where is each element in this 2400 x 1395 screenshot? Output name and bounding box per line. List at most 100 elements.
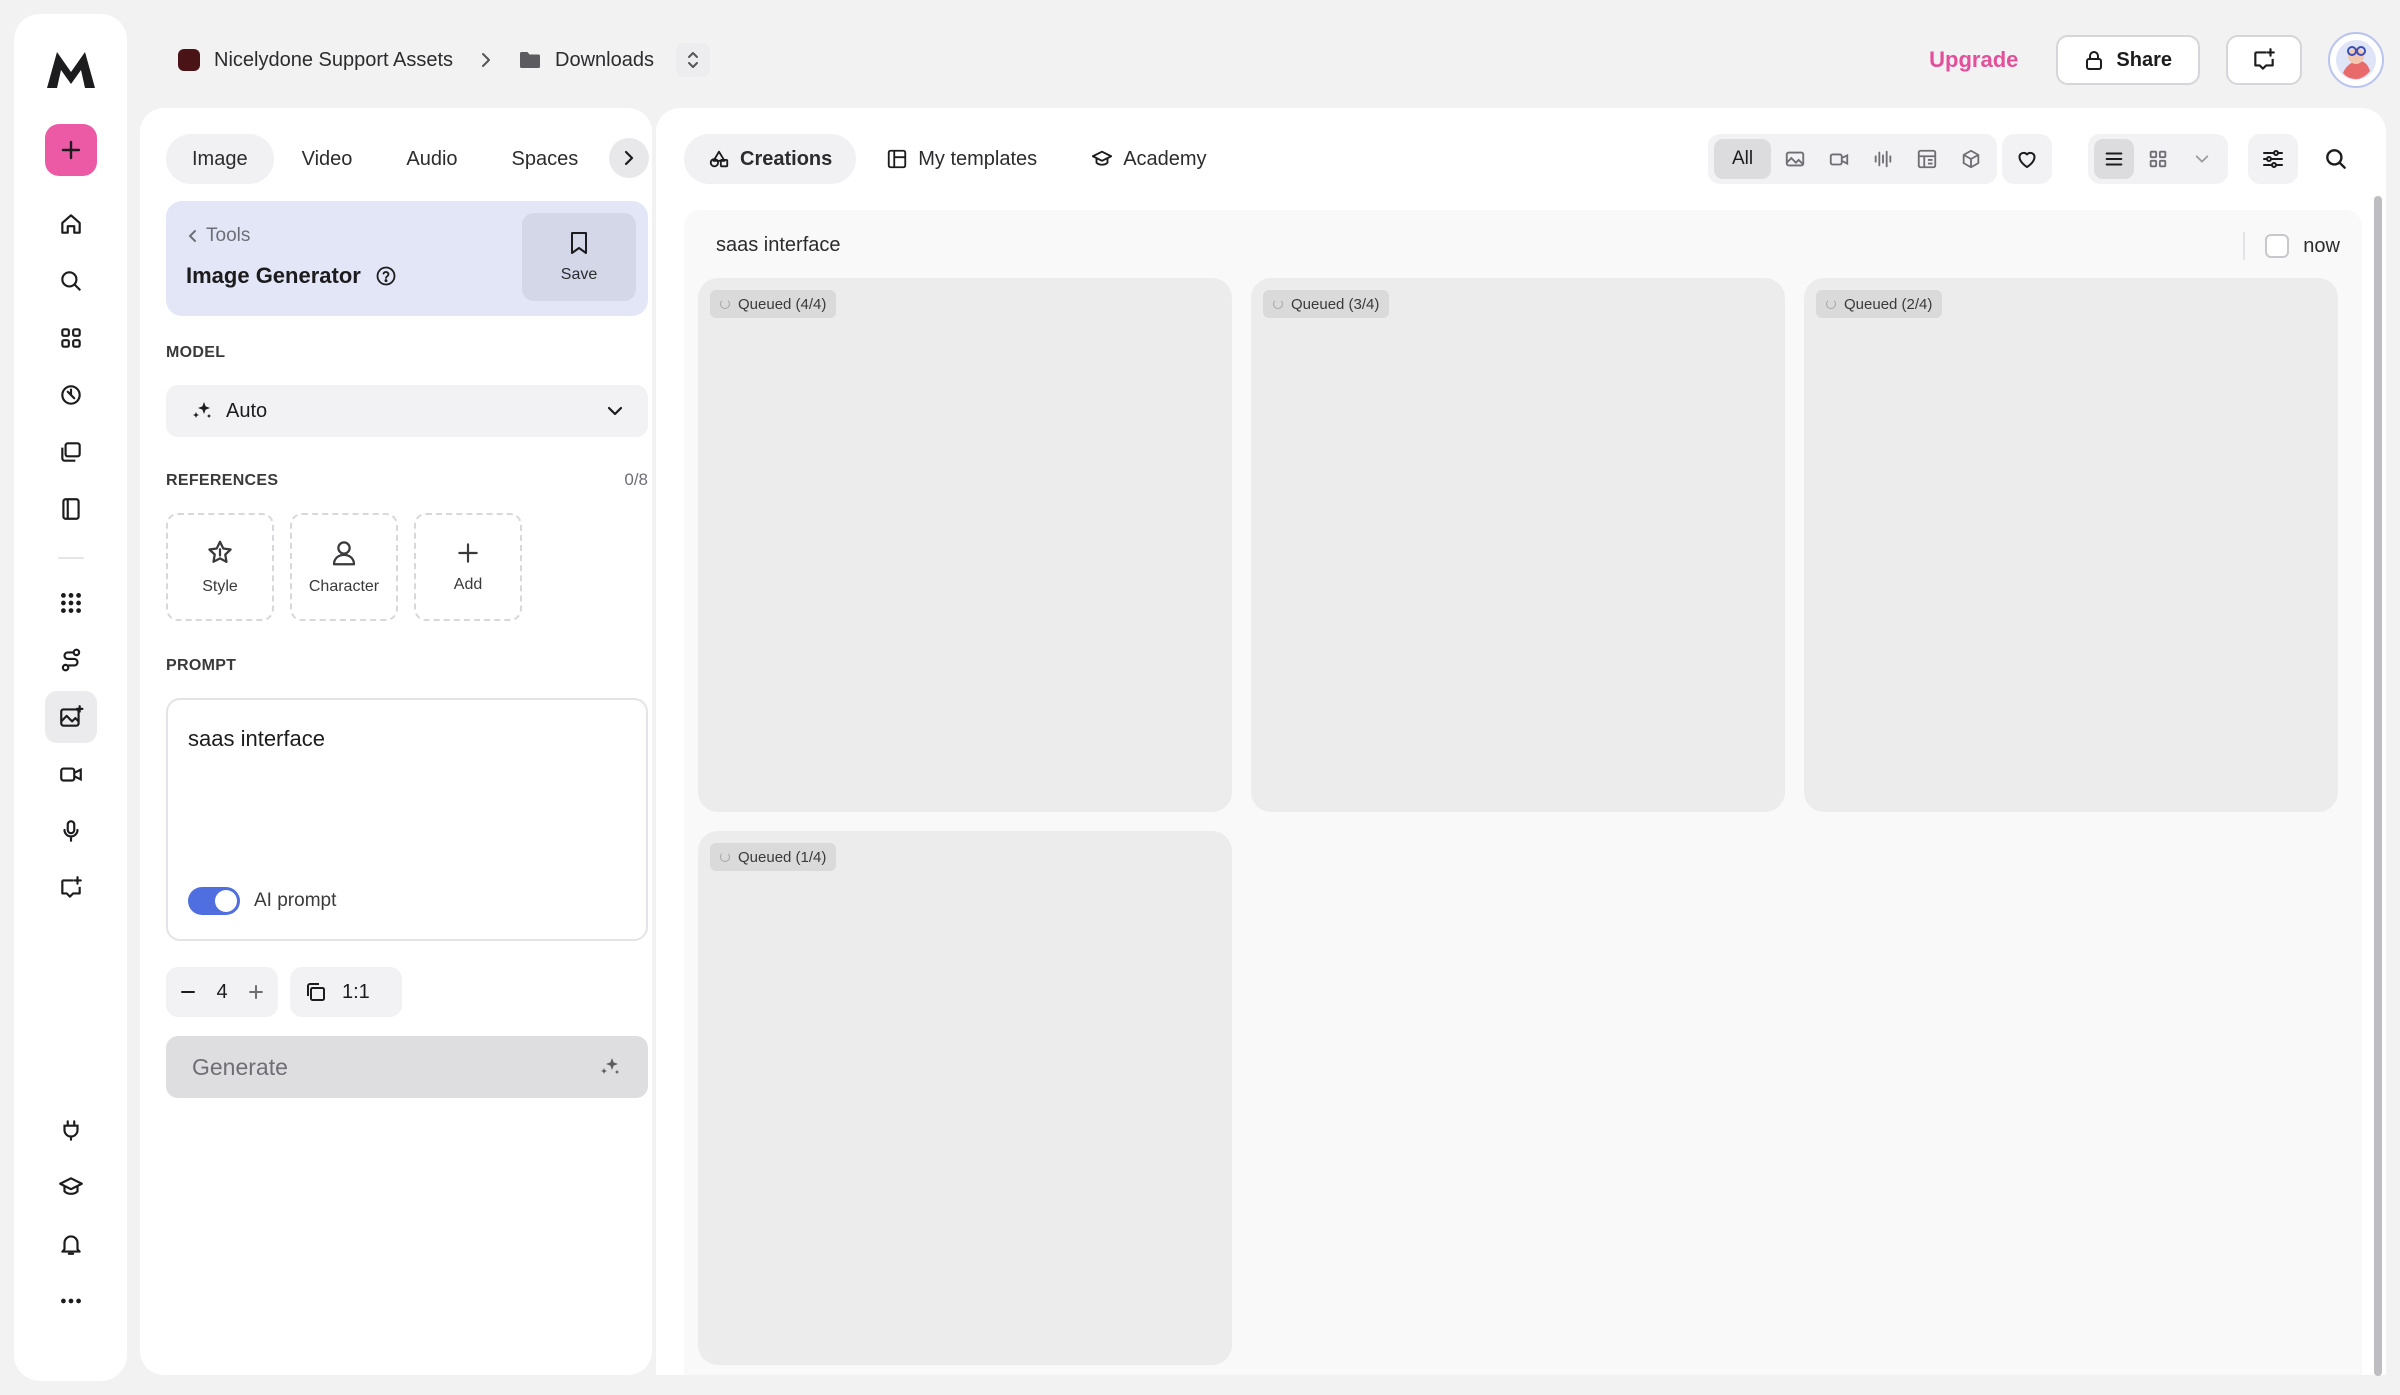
breadcrumb-folder-label: Downloads bbox=[555, 48, 654, 71]
tab-audio[interactable]: Audio bbox=[380, 134, 483, 184]
main-tabs: Creations My templates Academy bbox=[684, 134, 1231, 184]
workflow-icon[interactable] bbox=[45, 634, 97, 686]
chat-plus-icon bbox=[2251, 47, 2277, 73]
tool-title-label: Image Generator bbox=[186, 263, 361, 288]
help-circle-icon[interactable] bbox=[375, 265, 397, 287]
model-select[interactable]: Auto bbox=[166, 385, 648, 437]
more-options-icon[interactable] bbox=[45, 1275, 97, 1327]
bookmark-icon bbox=[571, 232, 587, 254]
image-tool-icon[interactable] bbox=[44, 691, 97, 743]
loading-spinner-icon bbox=[720, 852, 730, 862]
microphone-icon[interactable] bbox=[45, 805, 97, 857]
feed-scrollbar[interactable] bbox=[2374, 196, 2382, 1376]
creations-shapes-icon bbox=[709, 150, 729, 168]
3d-filter-icon[interactable] bbox=[1951, 139, 1991, 179]
model-value: Auto bbox=[226, 399, 268, 422]
reference-add-button[interactable]: Add bbox=[414, 513, 522, 621]
quantity-stepper: 4 bbox=[166, 967, 278, 1017]
prompt-textarea[interactable]: saas interface AI prompt bbox=[166, 698, 648, 941]
share-button[interactable]: Share bbox=[2056, 35, 2200, 85]
sparkles-icon bbox=[190, 399, 214, 423]
video-tool-icon[interactable] bbox=[45, 748, 97, 800]
generation-prompt-title: saas interface bbox=[716, 234, 841, 256]
user-avatar[interactable] bbox=[2328, 32, 2384, 88]
book-icon[interactable] bbox=[45, 483, 97, 535]
reference-style-label: Style bbox=[202, 578, 238, 595]
recent-history-icon[interactable] bbox=[45, 369, 97, 421]
generate-button[interactable]: Generate bbox=[166, 1036, 648, 1098]
all-tools-dots-icon[interactable] bbox=[45, 577, 97, 629]
filter-all-button[interactable]: All bbox=[1714, 139, 1772, 179]
ai-prompt-switch[interactable] bbox=[188, 887, 240, 915]
feedback-chat-button[interactable] bbox=[2226, 35, 2302, 85]
apps-grid-icon[interactable] bbox=[45, 312, 97, 364]
template-layout-icon bbox=[888, 149, 907, 169]
rail-divider bbox=[57, 557, 84, 559]
breadcrumb-folder[interactable]: Downloads bbox=[519, 49, 654, 72]
creation-card[interactable]: Queued (4/4) bbox=[698, 278, 1232, 812]
status-badge: Queued (4/4) bbox=[710, 290, 837, 318]
creation-card[interactable]: Queued (2/4) bbox=[1804, 278, 2338, 812]
video-filter-icon[interactable] bbox=[1819, 139, 1859, 179]
tab-image[interactable]: Image bbox=[166, 134, 274, 184]
filter-sliders-icon[interactable] bbox=[2248, 134, 2298, 184]
app-logo-icon[interactable] bbox=[41, 40, 101, 100]
image-filter-icon[interactable] bbox=[1775, 139, 1815, 179]
ai-prompt-label: AI prompt bbox=[254, 890, 337, 911]
breadcrumb-workspace[interactable]: Nicelydone Support Assets bbox=[178, 49, 453, 72]
model-section-label: MODEL bbox=[166, 344, 226, 361]
back-to-tools-link[interactable]: Tools bbox=[186, 225, 250, 247]
status-badge-label: Queued (4/4) bbox=[738, 295, 827, 313]
reference-style-button[interactable]: Style bbox=[166, 513, 274, 621]
upgrade-link[interactable]: Upgrade bbox=[1929, 47, 2018, 73]
tab-my-templates-label: My templates bbox=[918, 147, 1038, 170]
view-options-chevron-down-icon[interactable] bbox=[2182, 139, 2222, 179]
grid-view-icon[interactable] bbox=[2138, 139, 2178, 179]
template-filter-icon[interactable] bbox=[1907, 139, 1947, 179]
tab-spaces[interactable]: Spaces bbox=[486, 134, 605, 184]
notifications-bell-icon[interactable] bbox=[45, 1218, 97, 1270]
ai-prompt-toggle[interactable]: AI prompt bbox=[188, 887, 336, 915]
creation-card[interactable]: Queued (1/4) bbox=[698, 831, 1232, 1365]
creation-card[interactable]: Queued (3/4) bbox=[1251, 278, 1785, 812]
tabs-scroll-right-button[interactable] bbox=[609, 138, 649, 178]
style-star-icon bbox=[208, 540, 232, 563]
academy-cap-icon[interactable] bbox=[45, 1161, 97, 1213]
tab-creations[interactable]: Creations bbox=[684, 134, 857, 184]
tab-my-templates[interactable]: My templates bbox=[862, 134, 1061, 184]
search-icon[interactable] bbox=[45, 255, 97, 307]
prompt-section-label: PROMPT bbox=[166, 657, 237, 674]
now-filter: now bbox=[2243, 232, 2340, 260]
favorites-heart-icon[interactable] bbox=[2002, 134, 2052, 184]
creations-feed: saas interface now Queued (4/4) Queued (… bbox=[684, 210, 2362, 1375]
status-badge-label: Queued (1/4) bbox=[738, 848, 827, 866]
save-tool-button[interactable]: Save bbox=[522, 213, 636, 301]
list-view-icon[interactable] bbox=[2094, 139, 2134, 179]
plugin-icon[interactable] bbox=[45, 1104, 97, 1156]
new-creation-button[interactable] bbox=[44, 124, 97, 176]
academy-cap-icon bbox=[1092, 150, 1113, 166]
status-badge: Queued (1/4) bbox=[710, 843, 837, 871]
reference-character-button[interactable]: Character bbox=[290, 513, 398, 621]
minus-icon[interactable] bbox=[180, 984, 196, 1000]
status-badge-label: Queued (2/4) bbox=[1844, 295, 1933, 313]
breadcrumb-workspace-label: Nicelydone Support Assets bbox=[214, 48, 454, 71]
tab-video[interactable]: Video bbox=[276, 134, 379, 184]
creations-area: Creations My templates Academy All saas … bbox=[656, 108, 2386, 1376]
folder-switcher-button[interactable] bbox=[675, 43, 710, 77]
character-person-icon bbox=[332, 541, 356, 566]
tab-academy[interactable]: Academy bbox=[1067, 134, 1230, 184]
reference-character-label: Character bbox=[308, 578, 380, 595]
loading-spinner-icon bbox=[1826, 299, 1836, 309]
status-badge-label: Queued (3/4) bbox=[1291, 295, 1380, 313]
ai-chat-icon[interactable] bbox=[45, 862, 97, 914]
now-checkbox[interactable] bbox=[2265, 234, 2290, 258]
chevron-right-icon bbox=[479, 50, 493, 70]
aspect-ratio-button[interactable]: 1:1 bbox=[290, 967, 402, 1017]
library-icon[interactable] bbox=[45, 426, 97, 478]
home-icon[interactable] bbox=[45, 198, 97, 250]
plus-icon[interactable] bbox=[248, 984, 264, 1000]
loading-spinner-icon bbox=[1273, 299, 1283, 309]
search-creations-icon[interactable] bbox=[2311, 134, 2361, 184]
audio-filter-icon[interactable] bbox=[1863, 139, 1903, 179]
